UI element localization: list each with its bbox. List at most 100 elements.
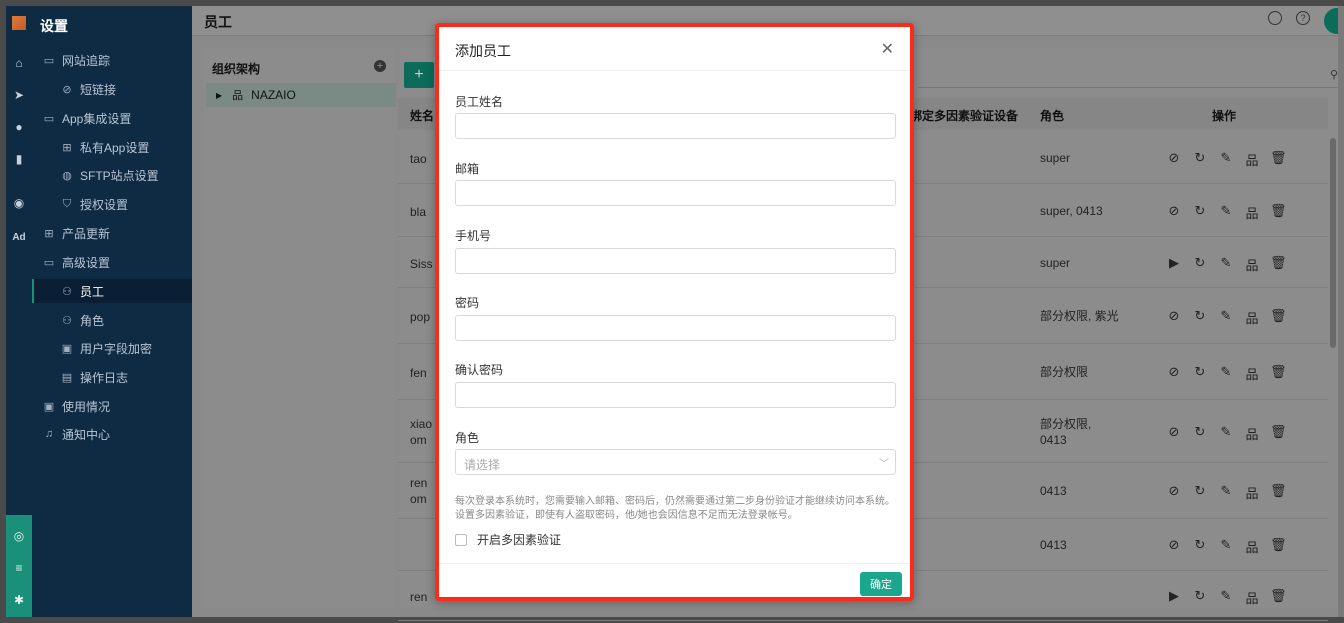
reset-icon[interactable]: ↻ — [1192, 424, 1208, 443]
chat-icon[interactable] — [1268, 11, 1282, 25]
org-assign-icon[interactable]: 品 — [1244, 150, 1260, 169]
delete-icon[interactable]: 🗑 — [1270, 203, 1287, 222]
delete-icon[interactable]: 🗑 — [1270, 255, 1287, 274]
ban-icon[interactable]: ⊘ — [1166, 308, 1182, 327]
home-icon[interactable]: ⌂ — [6, 52, 32, 74]
add-org-icon[interactable]: + — [374, 60, 386, 72]
chart-icon[interactable]: ▮ — [6, 148, 32, 170]
employee-name: tao — [410, 152, 427, 166]
row-actions: ⊘ ↻ ✎ 品 🗑 — [1166, 537, 1287, 556]
ban-icon[interactable]: ⊘ — [1166, 203, 1182, 222]
delete-icon[interactable]: 🗑 — [1270, 483, 1287, 502]
employee-role: super — [1040, 151, 1071, 165]
org-node-nazaio[interactable]: ▶ 品 NAZAIO — [206, 83, 396, 107]
row-actions: ⊘ ↻ ✎ 品 🗑 — [1166, 150, 1287, 169]
edit-icon[interactable]: ✎ — [1218, 424, 1234, 443]
sidebar-item-3[interactable]: ⊞ 私有App设置 — [32, 135, 192, 159]
sidebar-item-10[interactable]: ▣ 用户字段加密 — [32, 336, 192, 360]
search-input[interactable]: ⚲ — [918, 62, 1338, 88]
reset-icon[interactable]: ↻ — [1192, 255, 1208, 274]
edit-icon[interactable]: ✎ — [1218, 364, 1234, 383]
play-icon[interactable]: ▶ — [1166, 588, 1182, 607]
org-assign-icon[interactable]: 品 — [1244, 537, 1260, 556]
sidebar-item-8[interactable]: ⚇ 员工 — [32, 279, 192, 303]
sidebar-item-1[interactable]: ⊘ 短链接 — [32, 77, 192, 101]
org-assign-icon[interactable]: 品 — [1244, 424, 1260, 443]
edit-icon[interactable]: ✎ — [1218, 203, 1234, 222]
sidebar-item-12[interactable]: ▣ 使用情况 — [32, 394, 192, 418]
employee-name: fen — [410, 366, 427, 380]
delete-icon[interactable]: 🗑 — [1270, 364, 1287, 383]
ok-button[interactable]: 确定 — [860, 572, 902, 596]
role-select[interactable]: 请选择 ﹀ — [455, 449, 896, 475]
reset-icon[interactable]: ↻ — [1192, 588, 1208, 607]
org-assign-icon[interactable]: 品 — [1244, 308, 1260, 327]
email-input[interactable] — [455, 180, 896, 206]
user-icon[interactable]: ● — [6, 116, 32, 138]
edit-icon[interactable]: ✎ — [1218, 308, 1234, 327]
edit-icon[interactable]: ✎ — [1218, 255, 1234, 274]
mfa-checkbox-row[interactable]: 开启多因素验证 — [455, 531, 561, 548]
reset-icon[interactable]: ↻ — [1192, 537, 1208, 556]
reset-icon[interactable]: ↻ — [1192, 483, 1208, 502]
radar-icon[interactable]: ◎ — [6, 525, 32, 547]
send-icon[interactable]: ➤ — [6, 84, 32, 106]
delete-icon[interactable]: 🗑 — [1270, 537, 1287, 556]
table-scrollbar[interactable] — [1330, 138, 1336, 348]
ban-icon[interactable]: ⊘ — [1166, 364, 1182, 383]
play-icon[interactable]: ▶ — [1166, 255, 1182, 274]
delete-icon[interactable]: 🗑 — [1270, 424, 1287, 443]
password-input[interactable] — [455, 315, 896, 341]
page-scrollbar[interactable] — [1338, 6, 1344, 617]
org-assign-icon[interactable]: 品 — [1244, 203, 1260, 222]
sidebar-item-9[interactable]: ⚇ 角色 — [32, 308, 192, 332]
edit-icon[interactable]: ✎ — [1218, 537, 1234, 556]
gear-icon[interactable]: ✱ — [6, 589, 32, 611]
sidebar-item-label: 私有App设置 — [80, 140, 150, 155]
sidebar-item-4[interactable]: ◍ SFTP站点设置 — [32, 163, 192, 187]
org-assign-icon[interactable]: 品 — [1244, 483, 1260, 502]
sidebar-item-0[interactable]: ▭ 网站追踪 — [32, 48, 192, 72]
sidebar-item-label: 网站追踪 — [62, 53, 111, 68]
close-icon[interactable]: ✕ — [881, 39, 894, 59]
ban-icon[interactable]: ⊘ — [1166, 537, 1182, 556]
lock-doc-icon: ▣ — [61, 342, 73, 355]
edit-icon[interactable]: ✎ — [1218, 150, 1234, 169]
sidebar-item-label: SFTP站点设置 — [80, 168, 159, 183]
phone-input[interactable] — [455, 248, 896, 274]
employee-name: pop — [410, 310, 431, 324]
database-icon[interactable]: ≡ — [6, 557, 32, 579]
caret-right-icon[interactable]: ▶ — [216, 91, 222, 100]
reset-icon[interactable]: ↻ — [1192, 308, 1208, 327]
ban-icon[interactable]: ⊘ — [1166, 483, 1182, 502]
edit-icon[interactable]: ✎ — [1218, 483, 1234, 502]
mfa-checkbox[interactable] — [455, 533, 467, 546]
name-input[interactable] — [455, 113, 896, 139]
user-icon: ⚇ — [62, 285, 72, 298]
grid-icon: ⊞ — [44, 227, 54, 240]
sidebar-item-7[interactable]: ▭ 高级设置 — [32, 250, 192, 274]
delete-icon[interactable]: 🗑 — [1270, 308, 1287, 327]
add-employee-button[interactable]: + — [404, 62, 434, 88]
org-assign-icon[interactable]: 品 — [1244, 364, 1260, 383]
help-icon[interactable]: ? — [1296, 11, 1310, 25]
reset-icon[interactable]: ↻ — [1192, 364, 1208, 383]
delete-icon[interactable]: 🗑 — [1270, 150, 1287, 169]
sidebar-item-13[interactable]: ♫ 通知中心 — [32, 422, 192, 446]
org-assign-icon[interactable]: 品 — [1244, 255, 1260, 274]
reset-icon[interactable]: ↻ — [1192, 150, 1208, 169]
wechat-icon[interactable]: ◉ — [6, 192, 32, 214]
sidebar-item-5[interactable]: ⛉ 授权设置 — [32, 192, 192, 216]
delete-icon[interactable]: 🗑 — [1270, 588, 1287, 607]
sidebar-item-6[interactable]: ⊞ 产品更新 — [32, 221, 192, 245]
rail-bottom-group: ◎ ≡ ✱ — [6, 515, 32, 617]
org-assign-icon[interactable]: 品 — [1244, 588, 1260, 607]
reset-icon[interactable]: ↻ — [1192, 203, 1208, 222]
confirm-password-input[interactable] — [455, 382, 896, 408]
ad-icon[interactable]: Ad — [6, 226, 32, 248]
sidebar-item-2[interactable]: ▭ App集成设置 — [32, 106, 192, 130]
edit-icon[interactable]: ✎ — [1218, 588, 1234, 607]
ban-icon[interactable]: ⊘ — [1166, 424, 1182, 443]
ban-icon[interactable]: ⊘ — [1166, 150, 1182, 169]
sidebar-item-11[interactable]: ▤ 操作日志 — [32, 365, 192, 389]
